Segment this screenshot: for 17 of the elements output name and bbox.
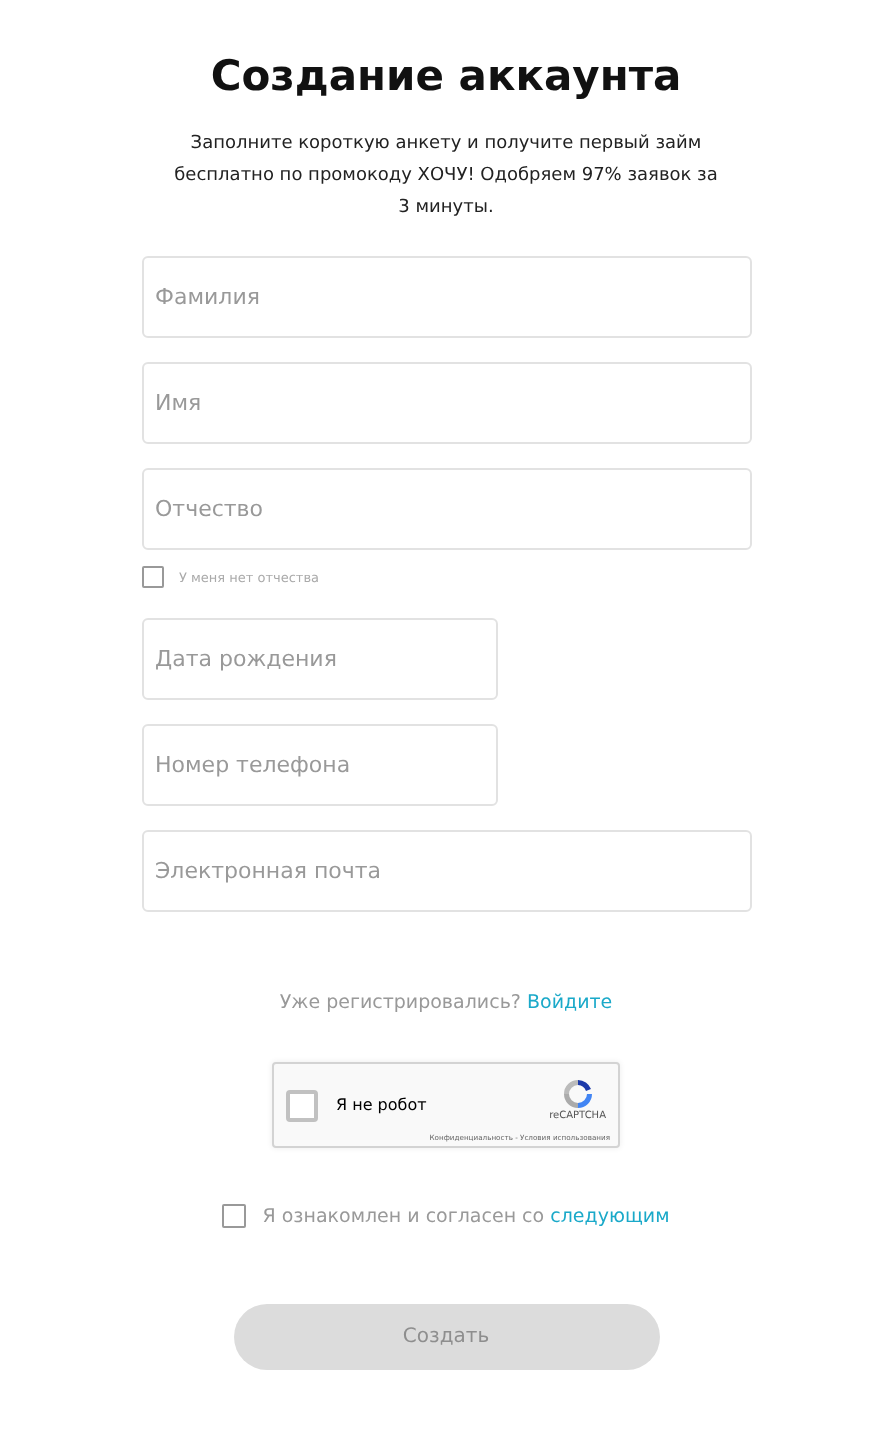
text-field[interactable]: Отчество: [141, 468, 751, 550]
login-link[interactable]: Войдите: [527, 992, 613, 1014]
text-field[interactable]: Имя: [141, 362, 751, 444]
checkbox[interactable]: [222, 1204, 247, 1228]
captcha-label: Я не робот: [336, 1096, 427, 1114]
recaptcha-icon: [561, 1077, 594, 1109]
terms-link[interactable]: следующим: [550, 1205, 670, 1227]
captcha-checkbox[interactable]: [286, 1089, 318, 1121]
text-field[interactable]: Дата рождения: [141, 618, 497, 700]
checkbox[interactable]: [141, 566, 163, 588]
agreement-text: Я ознакомлен и согласен со: [262, 1205, 545, 1227]
text-field[interactable]: Электронная почта: [141, 830, 751, 912]
text-field[interactable]: Фамилия: [141, 256, 751, 338]
description-text: Заполните короткую анкету и получите первый займ бесплатно по промокоду ХОЧУ! Одобряем 97% заявок за 3 минуты.: [172, 132, 720, 222]
page-title: Создание аккаунта: [210, 52, 682, 100]
login-prompt: Уже регистрировались?: [279, 992, 521, 1014]
text-field[interactable]: Номер телефона: [141, 724, 497, 806]
